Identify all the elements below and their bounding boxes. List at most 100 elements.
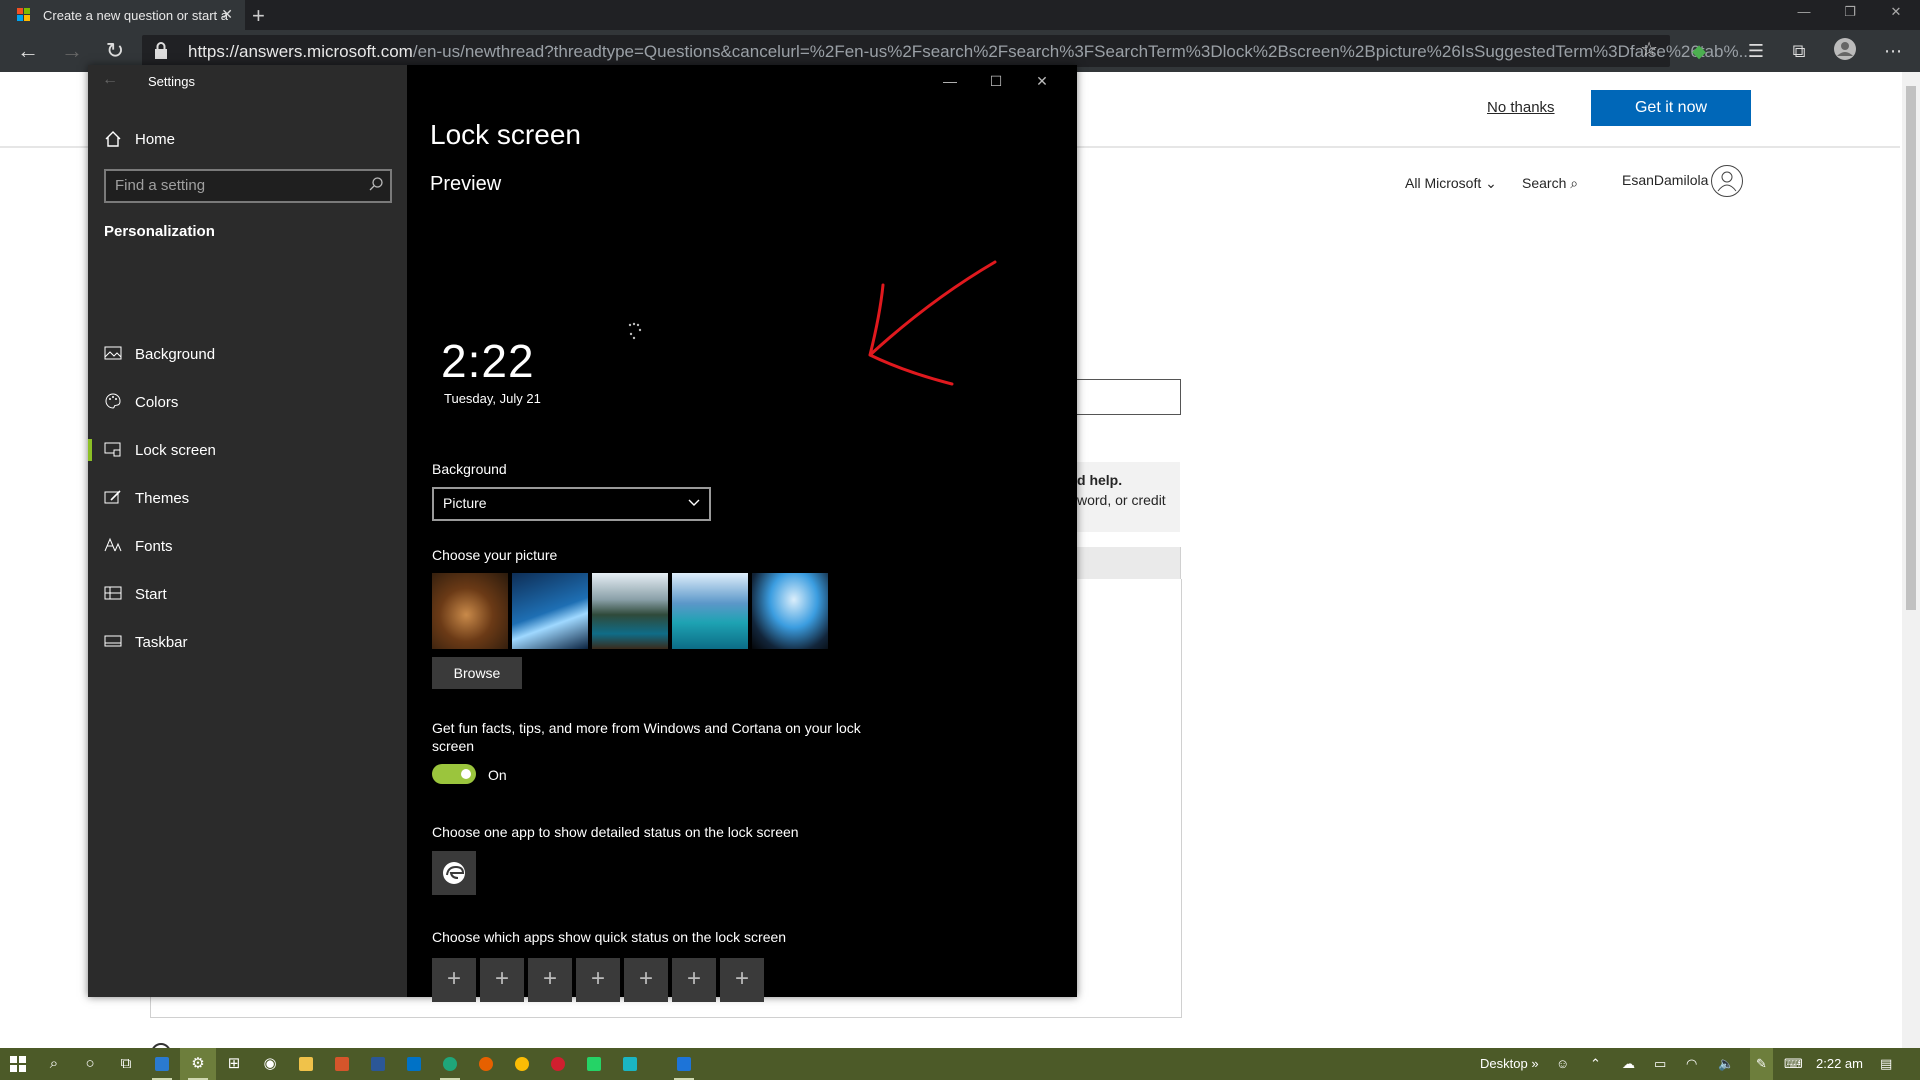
new-tab-icon[interactable]: + [252, 3, 265, 29]
sidebar-item-start[interactable]: Start [88, 574, 407, 614]
settings-window: ← Settings Home Find a setting Personali… [88, 65, 1077, 1002]
find-setting-input[interactable]: Find a setting [104, 169, 392, 203]
firefox-icon[interactable] [468, 1048, 504, 1080]
add-quick-status-button[interactable]: + [624, 958, 668, 1002]
word-icon[interactable] [360, 1048, 396, 1080]
all-microsoft-menu[interactable]: All Microsoft ⌄ [1405, 175, 1497, 192]
get-it-now-button[interactable]: Get it now [1591, 90, 1751, 126]
detailed-status-app-button[interactable] [432, 851, 476, 895]
add-quick-status-button[interactable]: + [576, 958, 620, 1002]
sidebar-item-lock-screen[interactable]: Lock screen [88, 430, 407, 470]
store-icon[interactable]: ⊞ [216, 1048, 252, 1080]
add-quick-status-button[interactable]: + [480, 958, 524, 1002]
minimize-icon[interactable]: — [927, 65, 973, 97]
address-bar[interactable]: https://answers.microsoft.com/en-us/newt… [142, 35, 1753, 67]
question-title-input[interactable] [1070, 379, 1181, 415]
add-quick-status-button[interactable]: + [672, 958, 716, 1002]
browse-button[interactable]: Browse [432, 657, 522, 689]
whatsapp-icon[interactable] [576, 1048, 612, 1080]
sidebar-item-colors[interactable]: Colors [88, 382, 407, 422]
start-button[interactable] [0, 1048, 36, 1080]
lock-screen-page: — ☐ ✕ Lock screen Preview 2:22 Tuesday, … [407, 65, 1077, 1002]
restore-icon[interactable]: ❐ [1827, 0, 1873, 30]
add-quick-status-button[interactable]: + [432, 958, 476, 1002]
forward-icon[interactable]: → [58, 37, 86, 65]
tab-close-icon[interactable]: ✕ [221, 6, 233, 23]
avatar[interactable] [1711, 165, 1743, 197]
add-quick-status-button[interactable]: + [720, 958, 764, 1002]
taskbar-icon [104, 635, 122, 647]
browser-tab[interactable]: Create a new question or start a ✕ [0, 0, 245, 30]
start-icon [104, 586, 122, 600]
sidebar-item-taskbar[interactable]: Taskbar [88, 622, 407, 662]
outlook-icon[interactable] [396, 1048, 432, 1080]
picture-thumbnail[interactable] [512, 573, 588, 649]
profile-icon[interactable] [1832, 38, 1858, 64]
search-placeholder: Find a setting [115, 177, 206, 194]
home-link[interactable]: Home [104, 127, 394, 155]
add-quick-status-button[interactable]: + [528, 958, 572, 1002]
detailed-status-label: Choose one app to show detailed status o… [432, 824, 799, 840]
refresh-icon[interactable]: ↻ [101, 37, 129, 65]
pen-icon[interactable]: ✎ [1750, 1048, 1773, 1080]
close-icon[interactable]: ✕ [1873, 0, 1919, 30]
quick-status-label: Choose which apps show quick status on t… [432, 929, 787, 945]
mail-icon[interactable] [144, 1048, 180, 1080]
edge-icon[interactable] [432, 1048, 468, 1080]
sidebar-item-label: Themes [135, 490, 190, 507]
minimize-icon[interactable]: — [1781, 0, 1827, 30]
file-explorer-icon[interactable] [288, 1048, 324, 1080]
chevron-up-icon[interactable]: ⌃ [1590, 1048, 1601, 1080]
app-icon[interactable] [324, 1048, 360, 1080]
sidebar-item-themes[interactable]: Themes [88, 478, 407, 518]
fun-facts-toggle[interactable] [432, 764, 476, 784]
app-icon[interactable] [612, 1048, 648, 1080]
chrome-icon[interactable] [504, 1048, 540, 1080]
settings-gear-icon[interactable]: ⚙ [180, 1048, 216, 1080]
sidebar-item-label: Taskbar [135, 634, 188, 651]
app-icon[interactable] [666, 1048, 702, 1080]
close-icon[interactable]: ✕ [1019, 65, 1065, 97]
volume-icon[interactable]: 🔈 [1718, 1048, 1734, 1080]
scrollbar-thumb[interactable] [1906, 86, 1916, 610]
wifi-icon[interactable]: ◠ [1686, 1048, 1697, 1080]
sidebar-item-label: Start [135, 586, 167, 603]
clock[interactable]: 2:22 am [1816, 1048, 1863, 1080]
opera-icon[interactable] [540, 1048, 576, 1080]
media-player-icon[interactable]: ◉ [252, 1048, 288, 1080]
palette-icon [105, 393, 121, 409]
task-view-icon[interactable]: ⧉ [108, 1048, 144, 1080]
preview-date: Tuesday, July 21 [444, 391, 541, 406]
battery-icon[interactable]: ▭ [1654, 1048, 1666, 1080]
sidebar-item-fonts[interactable]: Fonts [88, 526, 407, 566]
picture-thumbnail[interactable] [752, 573, 828, 649]
keyboard-icon[interactable]: ⌨ [1784, 1048, 1803, 1080]
onedrive-icon[interactable]: ☁ [1622, 1048, 1635, 1080]
people-icon[interactable]: ☺ [1556, 1048, 1569, 1080]
extension-icon[interactable]: ◆ [1686, 38, 1712, 64]
collections-icon[interactable]: ⧉ [1786, 38, 1812, 64]
cortana-icon[interactable]: ○ [72, 1048, 108, 1080]
section-title: Personalization [104, 223, 215, 240]
search-link[interactable]: Search ⌕ [1522, 175, 1578, 192]
user-name[interactable]: EsanDamilola [1622, 172, 1708, 188]
windows-logo-icon [10, 1056, 26, 1073]
back-icon[interactable]: ← [14, 37, 42, 65]
background-dropdown[interactable]: Picture [432, 487, 711, 521]
tab-bar: Create a new question or start a ✕ + — ❐… [0, 0, 1920, 30]
more-icon[interactable]: ⋯ [1880, 38, 1906, 64]
picture-thumbnail[interactable] [672, 573, 748, 649]
sidebar-item-label: Background [135, 346, 216, 363]
picture-icon [104, 346, 122, 360]
no-thanks-link[interactable]: No thanks [1487, 99, 1555, 116]
favorite-star-icon[interactable]: ☆ [1640, 37, 1658, 62]
desktop-toolbar[interactable]: Desktop » [1480, 1048, 1539, 1080]
picture-thumbnail[interactable] [592, 573, 668, 649]
search-icon[interactable]: ⌕ [36, 1048, 72, 1080]
back-arrow-icon[interactable]: ← [102, 71, 118, 89]
sidebar-item-background[interactable]: Background [88, 334, 407, 374]
action-center-icon[interactable]: ▤ [1880, 1048, 1892, 1080]
picture-thumbnail[interactable] [432, 573, 508, 649]
favorites-icon[interactable]: ☰ [1743, 38, 1769, 64]
maximize-icon[interactable]: ☐ [973, 65, 1019, 97]
